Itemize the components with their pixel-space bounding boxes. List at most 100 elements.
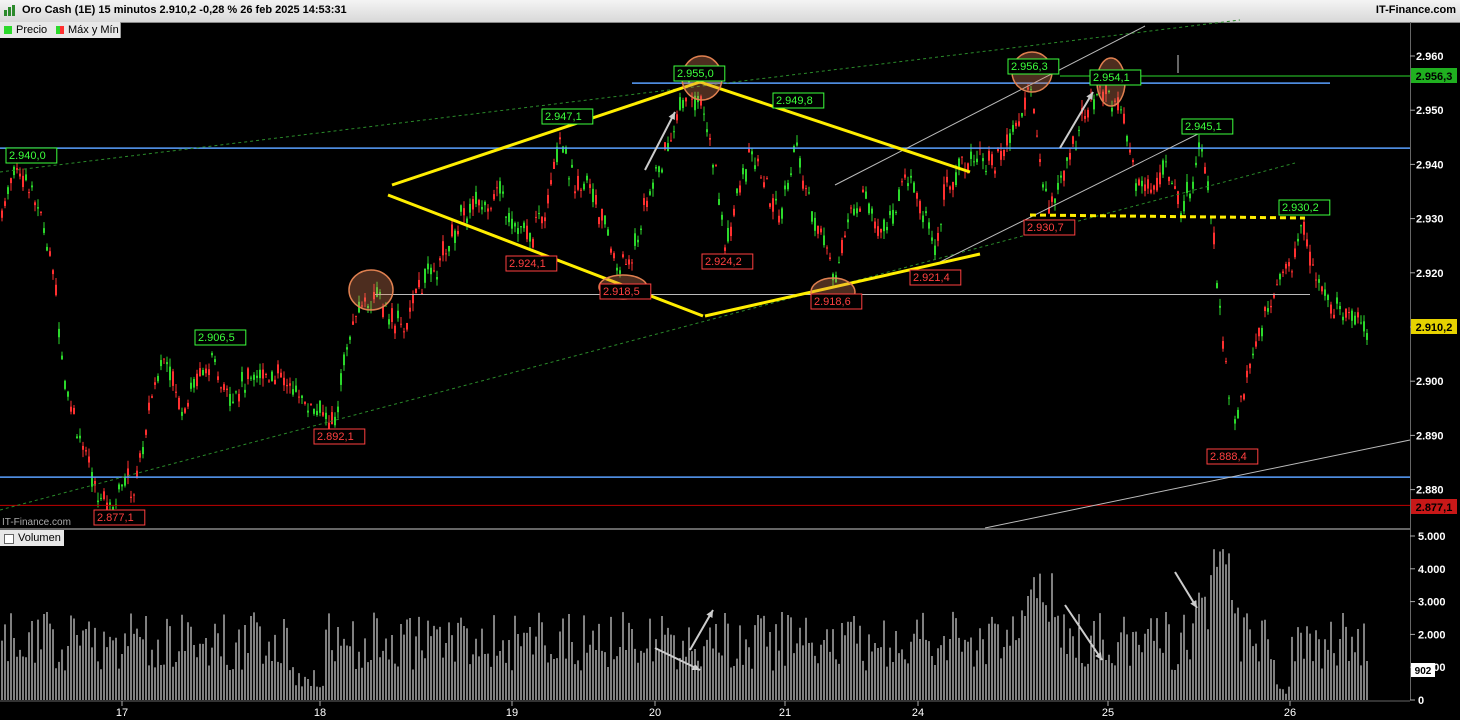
volume-legend-label[interactable]: Volumen [18, 532, 61, 544]
candle-body [109, 502, 111, 506]
candle-body [61, 355, 63, 360]
candle-body [4, 201, 6, 206]
candle-body [37, 207, 39, 209]
candle-body [934, 245, 936, 256]
candle-body [763, 182, 765, 188]
candle-body [907, 183, 909, 187]
candle-body [643, 198, 645, 205]
candle-body [1213, 232, 1215, 245]
candle-body [988, 150, 990, 161]
candle-body [1345, 308, 1347, 318]
candle-body [220, 387, 222, 389]
candle-body [157, 375, 159, 382]
candle-body [91, 472, 93, 487]
candle-body [724, 247, 726, 251]
candle-body [103, 491, 105, 500]
candle-body [1042, 184, 1044, 188]
candle-body [232, 401, 234, 404]
candle-body [1003, 149, 1005, 157]
candle-body [670, 140, 672, 142]
candle-body [16, 168, 18, 170]
candle-body [1111, 107, 1113, 112]
pivot-label: 2.918,6 [814, 296, 851, 308]
candle-body [82, 445, 84, 450]
candle-body [481, 206, 483, 210]
candle-body [295, 385, 297, 392]
candle-body [1300, 225, 1302, 227]
candle-body [430, 267, 432, 275]
candle-body [682, 100, 684, 109]
candle-body [319, 400, 321, 413]
y-tick-label: 2.950 [1416, 105, 1444, 117]
candle-body [592, 188, 594, 203]
candle-body [1168, 176, 1170, 182]
candle-body [469, 203, 471, 213]
candle-body [55, 284, 57, 296]
candle-body [1219, 305, 1221, 308]
candle-body [1363, 321, 1365, 332]
candle-body [472, 199, 474, 210]
candle-body [1228, 397, 1230, 399]
candle-body [445, 253, 447, 255]
candle-body [589, 184, 591, 188]
price-flag-label: 2.956,3 [1416, 71, 1453, 83]
y-tick-label: 2.960 [1416, 51, 1444, 63]
candle-body [574, 191, 576, 194]
candle-body [1222, 341, 1224, 349]
candle-body [1018, 121, 1020, 126]
candle-body [784, 185, 786, 190]
candle-body [460, 205, 462, 212]
candle-body [841, 240, 843, 254]
candle-body [298, 396, 300, 398]
candle-body [637, 239, 639, 243]
candle-body [250, 377, 252, 379]
candle-body [217, 376, 219, 380]
volume-tick-label: 2.000 [1418, 629, 1446, 641]
candle-body [349, 336, 351, 340]
candle-body [1252, 353, 1254, 356]
candle-body [1129, 149, 1131, 153]
candle-body [973, 161, 975, 163]
price-chart[interactable]: 2.940,0 2.906,5 2.947,1 2.955,0 2.949,8 2.956… [0, 0, 1460, 720]
candle-body [676, 114, 678, 121]
candle-body [1147, 179, 1149, 189]
candle-body [337, 406, 339, 413]
candle-body [442, 241, 444, 256]
candle-body [151, 396, 153, 398]
candle-body [256, 375, 258, 378]
x-tick-label: 24 [912, 707, 924, 719]
candle-body [1192, 181, 1194, 189]
candle-body [1321, 286, 1323, 292]
candle-body [1270, 305, 1272, 308]
candle-body [1249, 363, 1251, 369]
candle-body [421, 292, 423, 295]
candle-body [862, 189, 864, 193]
candle-body [865, 191, 867, 199]
candle-body [679, 97, 681, 110]
watermark: IT-Finance.com [2, 517, 71, 528]
pivot-label: 2.949,8 [776, 95, 813, 107]
candle-body [280, 372, 282, 378]
candle-body [334, 416, 336, 426]
candle-body [856, 208, 858, 214]
volume-tick-label: 3.000 [1418, 597, 1446, 609]
candle-body [1135, 183, 1137, 191]
candle-body [880, 228, 882, 233]
candle-body [712, 164, 714, 168]
candle-body [955, 172, 957, 186]
breakout-line [1029, 213, 1306, 220]
candle-body [427, 263, 429, 270]
panel-divider [0, 528, 1410, 530]
volume-bars [1, 549, 1368, 700]
candle-body [889, 211, 891, 216]
candle-body [118, 484, 120, 490]
candle-body [604, 215, 606, 225]
candle-body [1141, 180, 1143, 187]
candle-body [307, 410, 309, 413]
candle-body [1258, 327, 1260, 337]
candle-body [514, 223, 516, 227]
candle-body [1315, 279, 1317, 281]
candle-body [658, 166, 660, 173]
candle-body [262, 369, 264, 379]
candle-body [754, 165, 756, 169]
